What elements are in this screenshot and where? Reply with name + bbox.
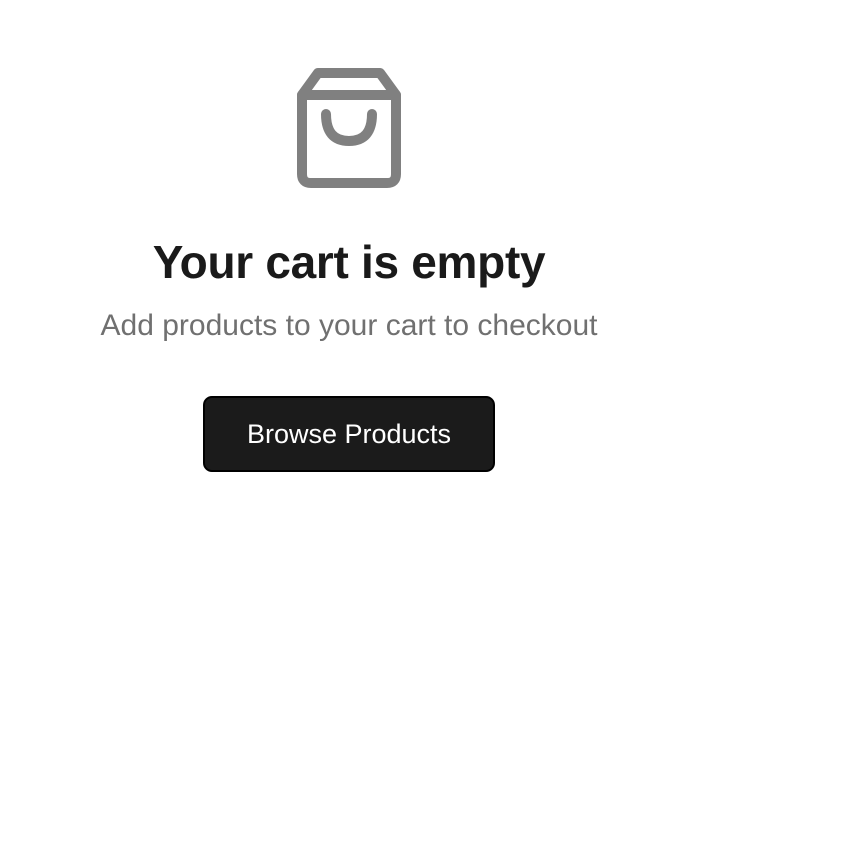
empty-cart-subtitle: Add products to your cart to checkout — [100, 309, 598, 342]
shopping-bag-icon — [295, 68, 403, 188]
empty-cart-title: Your cart is empty — [152, 236, 546, 288]
browse-products-button[interactable]: Browse Products — [203, 396, 495, 472]
browse-products-button-label: Browse Products — [246, 418, 452, 449]
empty-cart-state: Your cart is empty Add products to your … — [0, 0, 698, 472]
